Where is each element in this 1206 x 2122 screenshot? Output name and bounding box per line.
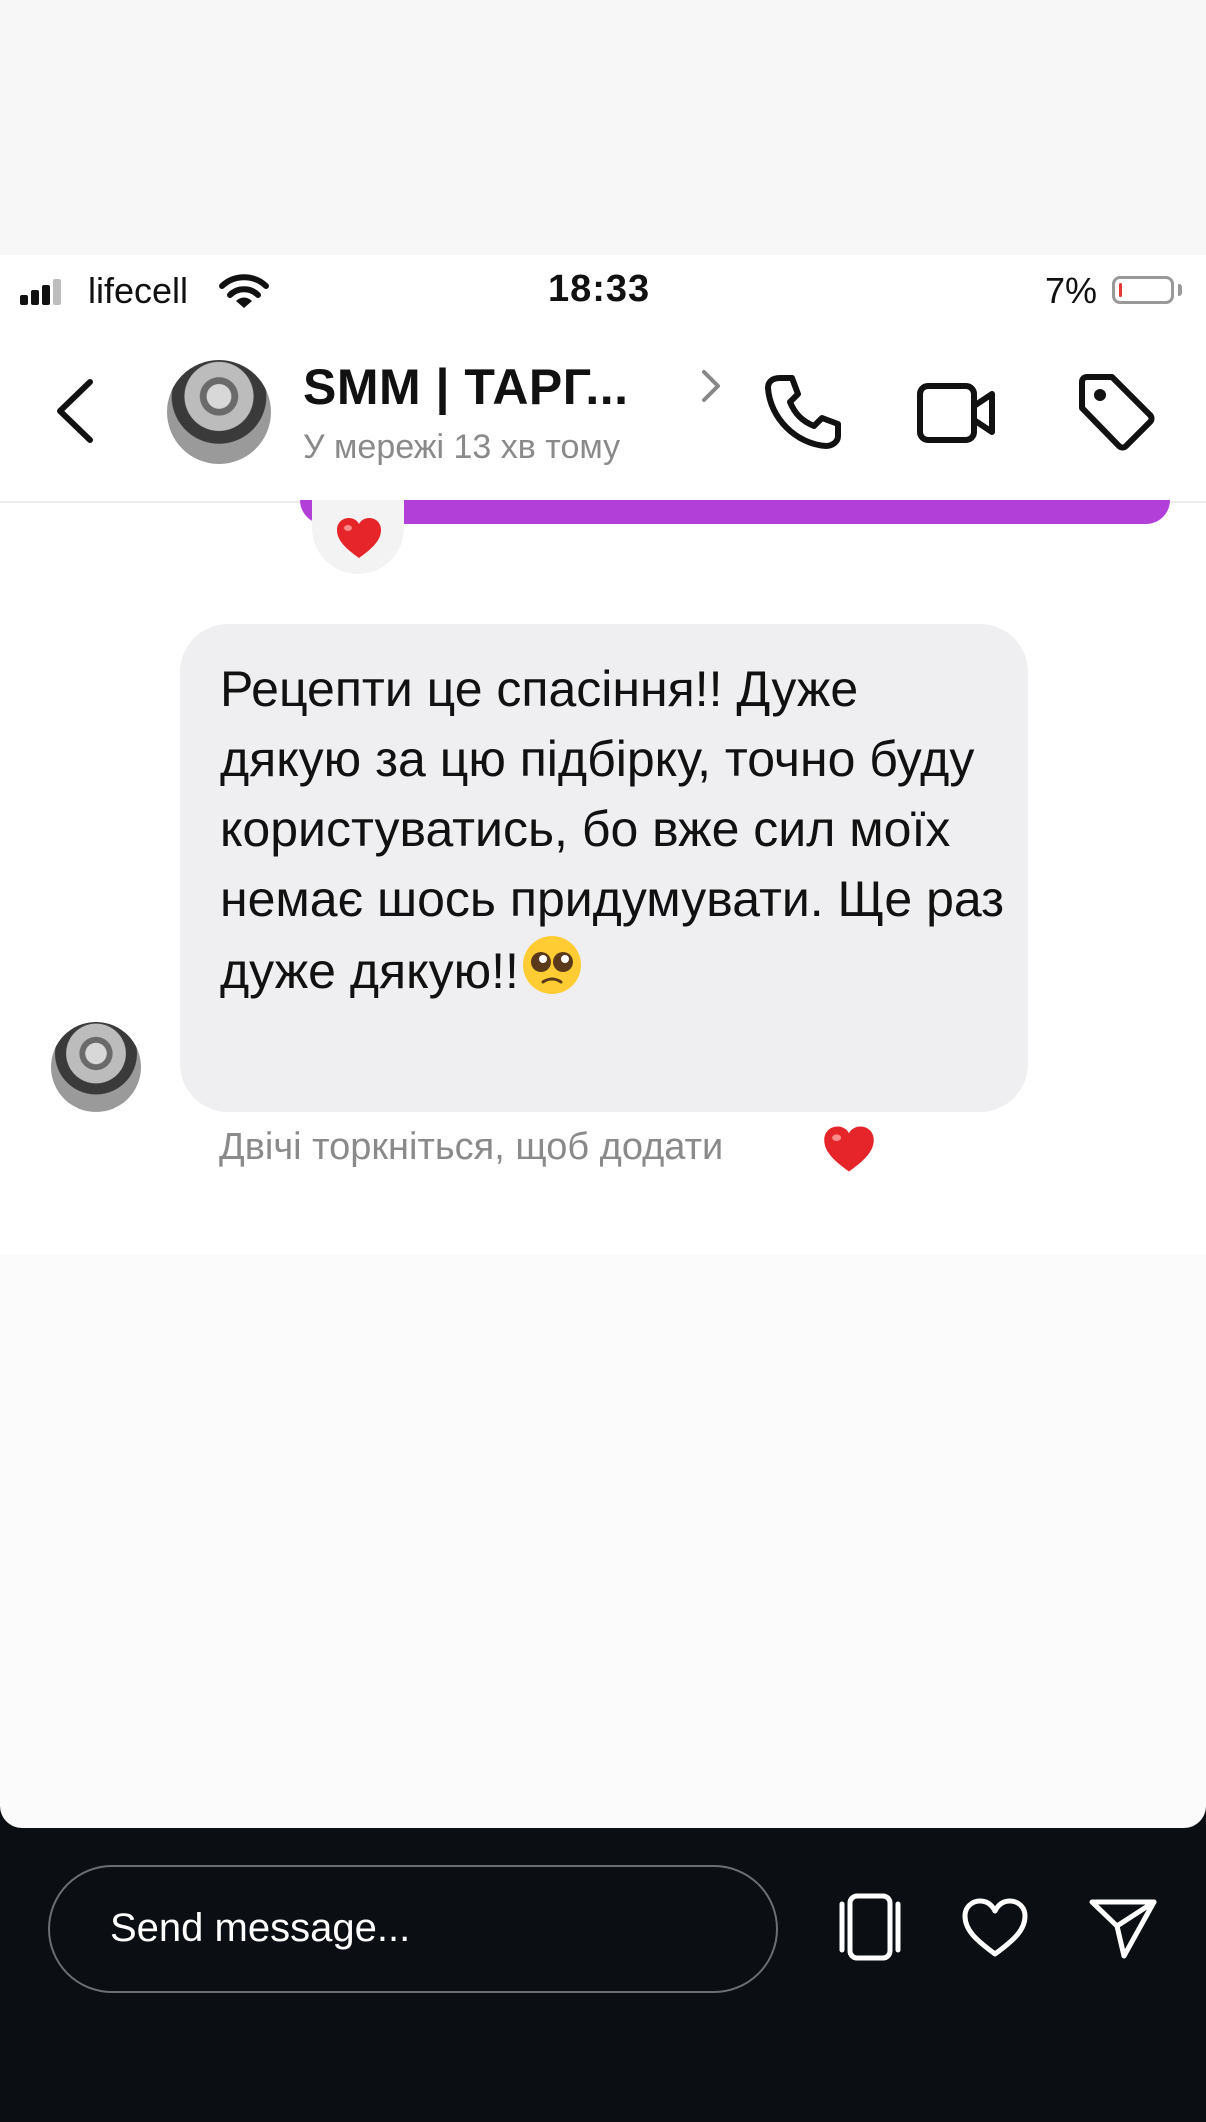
battery-tip — [1178, 284, 1182, 296]
back-chevron-icon[interactable] — [48, 376, 100, 446]
chevron-right-icon[interactable] — [700, 366, 724, 406]
carrier-label: lifecell — [88, 270, 189, 311]
avatar[interactable] — [51, 1022, 141, 1112]
heart-icon[interactable] — [960, 1896, 1030, 1958]
message-text: Рецепти це спасіння!! Дуже дякую за цю п… — [220, 654, 1010, 1006]
double-tap-hint: Двічі торкніться, щоб додати — [219, 1126, 724, 1168]
message-body: Рецепти це спасіння!! Дуже дякую за цю п… — [220, 661, 1005, 999]
sent-message-bubble[interactable] — [300, 500, 1170, 524]
send-message-placeholder: Send message... — [110, 1906, 411, 1950]
clock: 18:33 — [548, 268, 651, 310]
avatar[interactable] — [167, 360, 271, 464]
phone-icon[interactable] — [762, 370, 844, 452]
chat-title[interactable]: SMM | ТАРГ... — [303, 358, 629, 416]
pleading-face-icon — [522, 936, 581, 994]
battery-icon — [1112, 276, 1174, 304]
share-card-icon[interactable] — [832, 1892, 908, 1962]
presence-status: У мережі 13 хв тому — [303, 428, 621, 466]
heart-icon[interactable] — [822, 1124, 876, 1174]
video-camera-icon[interactable] — [916, 380, 998, 446]
heart-reaction-icon — [337, 518, 381, 558]
signal-icon — [20, 279, 61, 305]
battery-percent: 7% — [1045, 270, 1098, 311]
tag-icon[interactable] — [1074, 370, 1156, 452]
send-icon[interactable] — [1086, 1894, 1160, 1962]
wifi-icon — [219, 274, 269, 308]
story-top-band — [0, 0, 1206, 255]
